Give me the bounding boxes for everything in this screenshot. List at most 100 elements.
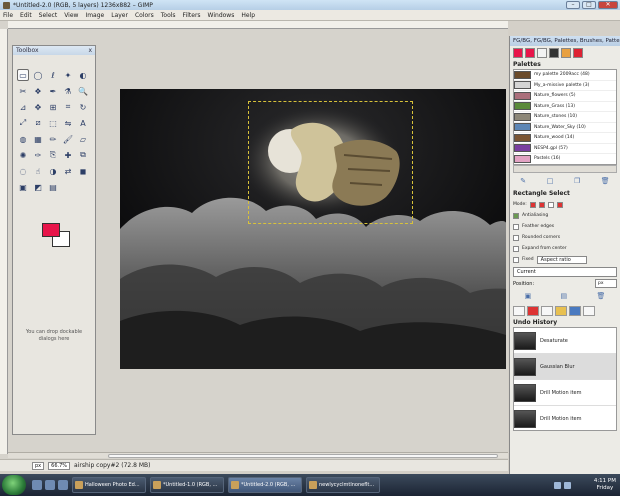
color-swap-icon[interactable]: ⇄ [62, 165, 74, 177]
minimize-button[interactable]: – [566, 1, 580, 9]
color-reset-icon[interactable]: ◼ [77, 165, 89, 177]
bucket-fill-icon[interactable]: ◍ [17, 133, 29, 145]
restore-options-icon[interactable]: ▤ [561, 292, 568, 300]
fg-bg-tab[interactable] [513, 48, 523, 58]
free-select-icon[interactable]: ℓ [47, 69, 59, 81]
palette-row[interactable]: Pastels (16) [514, 154, 616, 164]
current-field[interactable]: Current [513, 267, 617, 277]
duplicate-palette-icon[interactable]: ❐ [574, 177, 580, 185]
taskbar-item[interactable]: newlycyclmtlnoneflt... [306, 477, 380, 493]
menu-select[interactable]: Select [39, 12, 58, 19]
menu-file[interactable]: File [3, 12, 13, 19]
palette-row[interactable]: Nature_stones (10) [514, 112, 616, 123]
measure-icon[interactable]: ⊿ [17, 101, 29, 113]
flip-icon[interactable]: ⇋ [62, 117, 74, 129]
history-row[interactable]: Gaussian Blur [514, 354, 616, 380]
move-icon[interactable]: ✥ [32, 101, 44, 113]
taskbar-item[interactable]: Halloween Photo Ed... [72, 477, 146, 493]
pencil-icon[interactable]: ✏ [47, 133, 59, 145]
menu-colors[interactable]: Colors [135, 12, 154, 19]
palette-row[interactable]: Nature_flowers (5) [514, 91, 616, 102]
default-colors-icon[interactable]: ◩ [32, 181, 44, 193]
horizontal-scrollbar[interactable] [8, 452, 508, 458]
vertical-ruler[interactable] [0, 29, 8, 454]
text-icon[interactable]: A [77, 117, 89, 129]
feather-checkbox[interactable] [513, 223, 519, 230]
palette-list[interactable]: my palette 2009acc (48) My_a-missive pale… [513, 69, 617, 165]
browser-icon[interactable] [45, 480, 55, 490]
heal-icon[interactable]: ✚ [62, 149, 74, 161]
eraser-icon[interactable]: ▱ [77, 133, 89, 145]
paintbrush-icon[interactable]: 🖌 [62, 133, 74, 145]
dodge-burn-icon[interactable]: ◑ [47, 165, 59, 177]
fg-bg-tab-2[interactable] [525, 48, 535, 58]
brushes-tab[interactable] [549, 48, 559, 58]
unit-select[interactable]: px [32, 461, 45, 470]
menu-view[interactable]: View [64, 12, 78, 19]
clock[interactable]: 4:11 PM Friday [594, 478, 616, 492]
taskbar-item-active[interactable]: *Untitled-2.0 (RGB, ... [228, 477, 302, 493]
explorer-icon[interactable] [58, 480, 68, 490]
scissors-icon[interactable]: ✂ [17, 85, 29, 97]
horizontal-ruler[interactable] [8, 21, 508, 29]
ink-icon[interactable]: ✑ [32, 149, 44, 161]
rectangle-selection-marquee[interactable] [248, 101, 413, 224]
mode-add-button[interactable] [538, 201, 545, 208]
patterns-tab[interactable] [561, 48, 571, 58]
rotate-icon[interactable]: ↻ [77, 101, 89, 113]
history-row[interactable]: Drill Motion item [514, 380, 616, 406]
clone-icon[interactable]: ⎘ [47, 149, 59, 161]
tray-volume-icon[interactable] [564, 481, 571, 489]
antialiasing-checkbox[interactable] [513, 212, 519, 219]
delete-options-icon[interactable]: 🗑 [596, 292, 605, 300]
image-canvas[interactable] [120, 89, 506, 369]
zoom-icon[interactable]: 🔍 [77, 85, 89, 97]
new-palette-icon[interactable]: □ [547, 177, 554, 185]
rounded-checkbox[interactable] [513, 234, 519, 241]
menu-tools[interactable]: Tools [161, 12, 176, 19]
align-icon[interactable]: ⊞ [47, 101, 59, 113]
edit-palette-icon[interactable]: ✎ [520, 177, 526, 185]
fixed-checkbox[interactable] [513, 256, 519, 263]
airbrush-icon[interactable]: ✺ [17, 149, 29, 161]
perspective-icon[interactable]: ⬚ [47, 117, 59, 129]
menu-help[interactable]: Help [241, 12, 255, 19]
crop-icon[interactable]: ⌗ [62, 101, 74, 113]
channels-tab[interactable] [527, 306, 539, 316]
fg-bg-color-selector[interactable] [40, 221, 74, 249]
history-row[interactable]: Desaturate [514, 328, 616, 354]
ellipse-select-icon[interactable]: ◯ [32, 69, 44, 81]
palette-row[interactable]: NESP4.gpl (57) [514, 144, 616, 154]
position-unit-select[interactable]: px [595, 279, 617, 288]
gradients-tab[interactable] [573, 48, 583, 58]
maximize-button[interactable]: □ [582, 1, 596, 9]
palettes-tab[interactable] [537, 48, 547, 58]
save-options-icon[interactable]: ▣ [525, 292, 532, 300]
palette-row[interactable]: Nature_wood (14) [514, 133, 616, 144]
aspect-select[interactable]: Aspect ratio [536, 255, 587, 264]
mode-replace-button[interactable] [529, 201, 536, 208]
menu-layer[interactable]: Layer [111, 12, 128, 19]
quick-mask-icon[interactable]: ▣ [17, 181, 29, 193]
foreground-select-icon[interactable]: ❖ [32, 85, 44, 97]
zoom-select[interactable]: 66.7% [48, 461, 71, 470]
mode-intersect-button[interactable] [556, 201, 563, 208]
color-select-icon[interactable]: ◐ [77, 69, 89, 81]
taskbar-item[interactable]: *Untitled-1.0 (RGB, ... [150, 477, 224, 493]
color-picker-icon[interactable]: ⚗ [62, 85, 74, 97]
undo-tab[interactable] [555, 306, 567, 316]
paths-icon[interactable]: ✒ [47, 85, 59, 97]
palette-scrollbar[interactable] [513, 165, 617, 173]
menu-edit[interactable]: Edit [20, 12, 32, 19]
palette-row[interactable]: my palette 2009acc (48) [514, 70, 616, 81]
palette-row[interactable]: Nature_Grass (13) [514, 102, 616, 112]
blend-icon[interactable]: ▦ [32, 133, 44, 145]
palette-row[interactable]: My_a-missive palette (3) [514, 81, 616, 91]
foreground-color-swatch[interactable] [42, 223, 60, 237]
menu-filters[interactable]: Filters [183, 12, 201, 19]
close-button[interactable]: ✕ [598, 1, 618, 9]
layer-icon[interactable]: ▤ [47, 181, 59, 193]
start-button[interactable] [2, 475, 26, 495]
menu-windows[interactable]: Windows [208, 12, 235, 19]
undo-history-list[interactable]: Desaturate Gaussian Blur Drill Motion item… [513, 327, 617, 431]
